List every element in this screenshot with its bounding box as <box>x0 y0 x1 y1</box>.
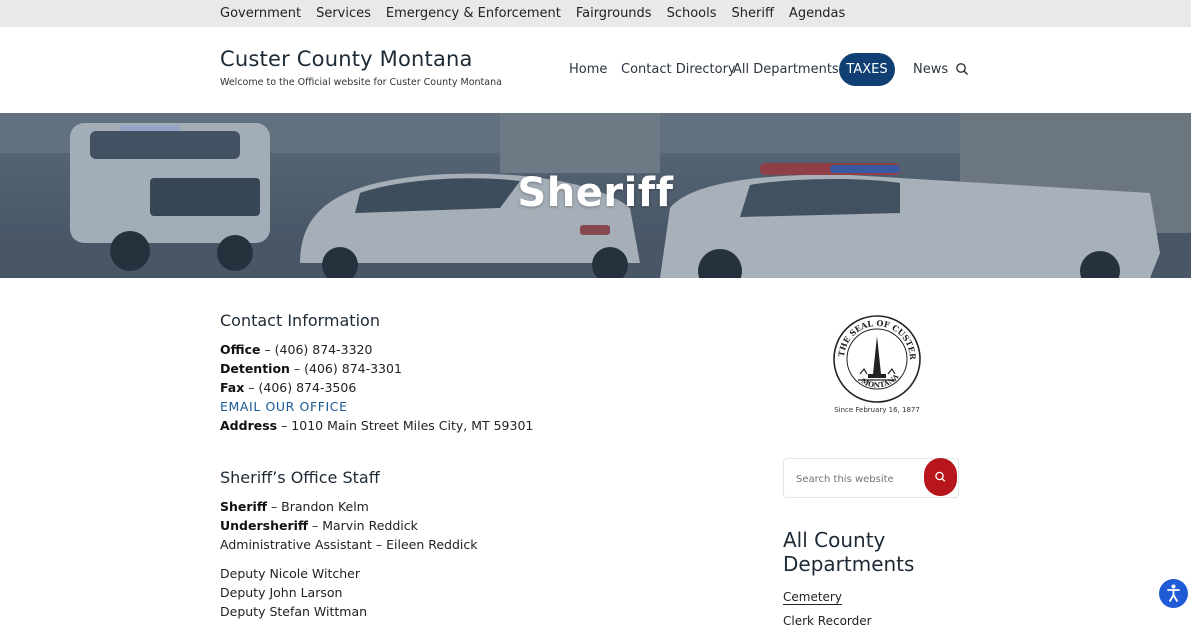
sidebar-search-button[interactable] <box>924 458 957 496</box>
staff-heading: Sheriff’s Office Staff <box>220 468 380 487</box>
department-link-clerk-recorder[interactable]: Clerk Recorder <box>783 614 872 628</box>
sheriff-label: Sheriff <box>220 499 267 514</box>
email-office-link[interactable]: EMAIL OUR OFFICE <box>220 399 348 414</box>
topnav-agendas[interactable]: Agendas <box>789 6 845 21</box>
topnav-sheriff[interactable]: Sheriff <box>732 6 774 21</box>
departments-heading: All County Departments <box>783 528 915 576</box>
taxes-button[interactable]: TAXES <box>839 53 895 86</box>
fax-line: Fax – (406) 874-3506 <box>220 380 356 395</box>
fax-number: – (406) 874-3506 <box>244 380 357 395</box>
detention-line: Detention – (406) 874-3301 <box>220 361 402 376</box>
department-link-cemetery[interactable]: Cemetery <box>783 590 842 604</box>
fax-label: Fax <box>220 380 245 395</box>
undersheriff-line: Undersheriff – Marvin Reddick <box>220 518 418 533</box>
top-nav: Government Services Emergency & Enforcem… <box>220 0 860 27</box>
address-label: Address <box>220 418 278 433</box>
deputy-line: Deputy Stefan Wittman <box>220 604 368 619</box>
topnav-fairgrounds[interactable]: Fairgrounds <box>576 6 652 21</box>
office-label: Office <box>220 342 261 357</box>
address-line: Address – 1010 Main Street Miles City, M… <box>220 418 533 433</box>
county-seal-logo: THE SEAL OF CUSTER COUNTY MONTANA <box>832 314 921 403</box>
search-icon <box>935 471 946 482</box>
address-value: – 1010 Main Street Miles City, MT 59301 <box>277 418 534 433</box>
contact-heading: Contact Information <box>220 311 380 330</box>
office-phone: – (406) 874-3320 <box>260 342 373 357</box>
email-line: EMAIL OUR OFFICE <box>220 399 348 414</box>
office-line: Office – (406) 874-3320 <box>220 342 372 357</box>
nav-home[interactable]: Home <box>569 62 607 77</box>
site-title[interactable]: Custer County Montana <box>220 47 473 71</box>
nav-news[interactable]: News <box>913 62 948 77</box>
undersheriff-name: – Marvin Reddick <box>308 518 418 533</box>
topnav-emergency[interactable]: Emergency & Enforcement <box>386 6 561 21</box>
accessibility-button[interactable] <box>1159 579 1188 608</box>
topnav-services[interactable]: Services <box>316 6 371 21</box>
nav-all-departments[interactable]: All Departments <box>733 62 839 77</box>
seal-caption: Since February 16, 1877 <box>834 406 920 414</box>
sidebar-search-input[interactable] <box>794 469 923 489</box>
topnav-schools[interactable]: Schools <box>667 6 717 21</box>
detention-label: Detention <box>220 361 290 376</box>
admin-assistant-line: Administrative Assistant – Eileen Reddic… <box>220 537 478 552</box>
sheriff-name: – Brandon Kelm <box>266 499 369 514</box>
accessibility-icon <box>1167 584 1180 602</box>
undersheriff-label: Undersheriff <box>220 518 309 533</box>
deputy-line: Deputy Nicole Witcher <box>220 566 361 581</box>
topnav-government[interactable]: Government <box>220 6 301 21</box>
sheriff-line: Sheriff – Brandon Kelm <box>220 499 369 514</box>
nav-contact-directory[interactable]: Contact Directory <box>621 62 736 77</box>
detention-phone: – (406) 874-3301 <box>289 361 402 376</box>
search-icon[interactable] <box>955 62 969 76</box>
site-tagline: Welcome to the Official website for Cust… <box>220 77 502 88</box>
deputy-line: Deputy John Larson <box>220 585 343 600</box>
page-title: Sheriff <box>517 170 674 216</box>
